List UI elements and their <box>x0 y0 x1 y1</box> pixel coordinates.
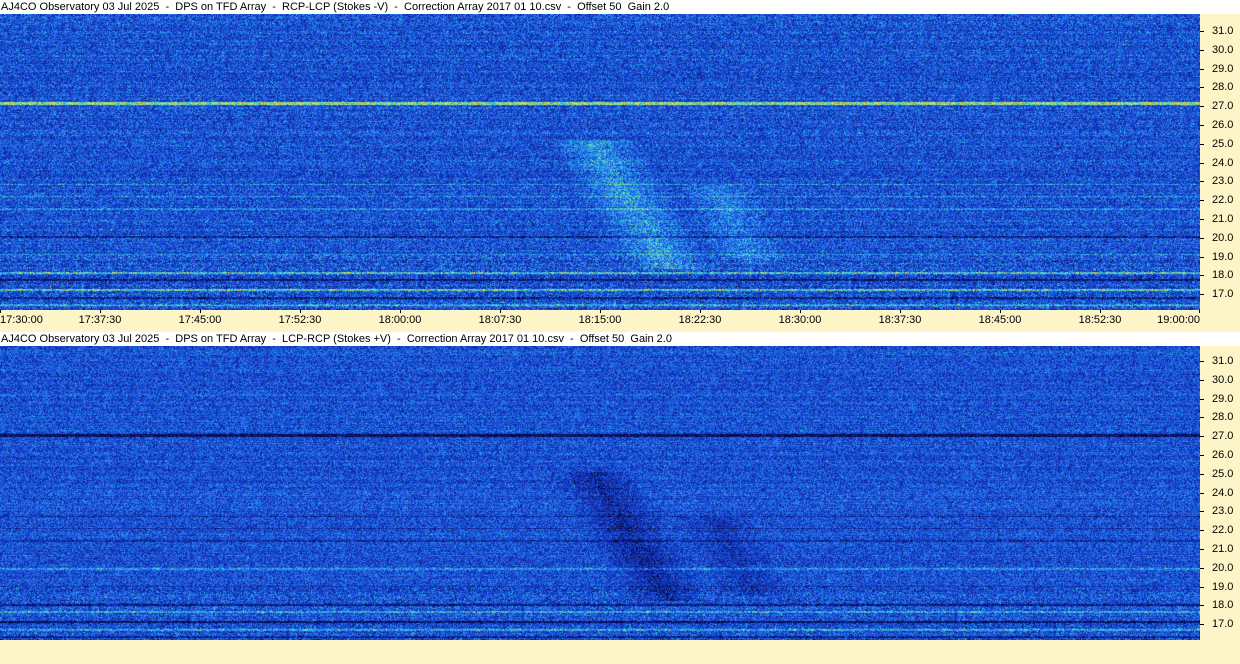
time-label: 18:07:30 <box>478 314 522 326</box>
panel-2-title: AJ4CO Observatory 03 Jul 2025 - DPS on T… <box>0 332 1240 346</box>
time-label: 17:45:00 <box>178 314 222 326</box>
time-label: 18:30:00 <box>778 314 822 326</box>
time-label: 17:52:30 <box>278 314 322 326</box>
time-label: 18:45:00 <box>978 314 1022 326</box>
spectrogram-rcp-lcp[interactable] <box>0 14 1200 310</box>
time-label: 18:52:30 <box>1078 314 1122 326</box>
time-label: 18:37:30 <box>878 314 922 326</box>
frequency-axis-1: 31.0 30.0 29.0 28.0 27.0 26.0 25.0 24.0 23.0 22.0… <box>1200 14 1240 310</box>
time-label: 18:22:30 <box>678 314 722 326</box>
time-label: 17:37:30 <box>78 314 122 326</box>
frequency-axis-2: 31.0 30.0 29.0 28.0 27.0 26.0 25.0 24.0 23.0 22.0… <box>1200 346 1240 640</box>
footer-bar <box>0 640 1240 664</box>
time-label: 17:30:00 <box>0 314 43 326</box>
time-axis: 17:30:00 17:37:30 17:45:00 17:52:30 18:00:00… <box>0 310 1240 332</box>
spectrogram-canvas-2 <box>0 346 1200 640</box>
panel-1-title: AJ4CO Observatory 03 Jul 2025 - DPS on T… <box>0 0 1240 14</box>
spectrogram-lcp-rcp[interactable] <box>0 346 1200 640</box>
time-label: 18:00:00 <box>378 314 422 326</box>
spectrogram-canvas-1 <box>0 14 1200 310</box>
time-label: 18:15:00 <box>578 314 622 326</box>
time-label: 19:00:00 <box>1157 314 1200 326</box>
